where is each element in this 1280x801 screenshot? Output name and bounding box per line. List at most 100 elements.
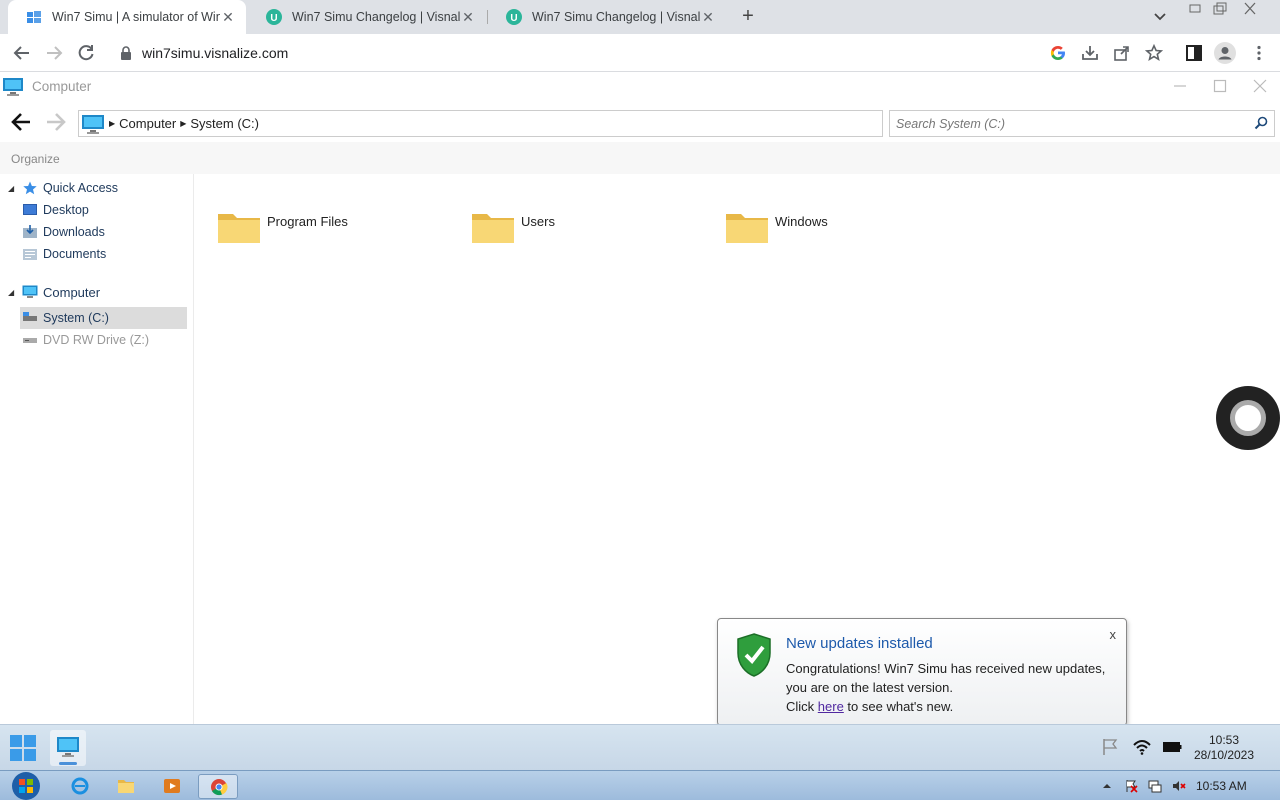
address-bar[interactable]: win7simu.visnalize.com xyxy=(110,39,1170,67)
bookmark-star-icon[interactable] xyxy=(1145,44,1163,62)
tab-search-chevron-icon[interactable] xyxy=(1152,8,1168,24)
reload-icon[interactable] xyxy=(76,43,96,63)
star-icon xyxy=(23,181,37,195)
install-app-icon[interactable] xyxy=(1081,44,1099,62)
taskbar-ie[interactable] xyxy=(60,774,100,799)
sim-taskbar: 10:53 28/10/2023 xyxy=(0,724,1280,770)
expand-triangle-icon[interactable]: ◢ xyxy=(8,288,14,297)
drive-icon xyxy=(23,312,37,321)
close-window-icon[interactable] xyxy=(1241,2,1259,16)
maximize-icon[interactable] xyxy=(1212,78,1228,94)
folder-icon xyxy=(218,214,260,243)
windows-start-icon[interactable] xyxy=(8,733,38,763)
nav-item-computer[interactable]: ◢ Computer xyxy=(0,281,194,303)
computer-icon xyxy=(3,78,23,96)
taskbar-chrome[interactable] xyxy=(198,774,238,799)
minimize-icon[interactable] xyxy=(1172,78,1188,94)
share-icon[interactable] xyxy=(1113,44,1131,62)
host-taskbar: 10:53 AM xyxy=(0,770,1280,800)
nav-item-quick-access[interactable]: ◢ Quick Access xyxy=(0,177,194,199)
notification-close-button[interactable]: x xyxy=(1110,627,1117,642)
back-arrow-icon[interactable] xyxy=(12,43,32,63)
computer-icon xyxy=(57,737,79,757)
battery-icon[interactable] xyxy=(1162,737,1182,757)
internet-explorer-icon xyxy=(71,777,89,795)
action-center-flag-icon[interactable] xyxy=(1100,737,1120,757)
nav-item-system-c[interactable]: System (C:) xyxy=(20,307,187,329)
nav-item-desktop[interactable]: Desktop xyxy=(0,199,194,221)
new-tab-button[interactable]: + xyxy=(738,6,758,26)
breadcrumb-computer[interactable]: Computer xyxy=(119,116,176,131)
profile-avatar-icon[interactable] xyxy=(1214,42,1236,64)
sim-clock[interactable]: 10:53 28/10/2023 xyxy=(1184,733,1264,763)
nav-label: Quick Access xyxy=(43,181,119,195)
folder-icon xyxy=(726,214,768,243)
volume-muted-icon[interactable] xyxy=(1172,779,1186,793)
close-tab-icon[interactable]: ✕ xyxy=(460,9,476,26)
google-icon[interactable] xyxy=(1049,44,1067,62)
folder-windows[interactable]: Windows xyxy=(725,208,925,248)
folder-icon xyxy=(472,214,514,243)
network-icon[interactable] xyxy=(1148,779,1162,793)
tab-title: Win7 Simu Changelog | Visnalize xyxy=(532,10,700,24)
nav-label: Documents xyxy=(43,247,107,261)
tab-changelog-2[interactable]: U Win7 Simu Changelog | Visnalize ✕ xyxy=(488,0,726,34)
nav-item-dvd-drive[interactable]: DVD RW Drive (Z:) xyxy=(0,329,194,351)
chevron-right-icon[interactable]: ▶ xyxy=(180,119,186,128)
breadcrumb-system-c[interactable]: System (C:) xyxy=(190,116,259,131)
host-clock[interactable]: 10:53 AM xyxy=(1196,779,1247,793)
window-title: Computer xyxy=(32,79,92,94)
downloads-icon xyxy=(23,225,37,238)
nav-item-downloads[interactable]: Downloads xyxy=(0,221,194,243)
notification-message: Congratulations! Win7 Simu has received … xyxy=(786,661,1106,695)
expand-triangle-icon[interactable]: ◢ xyxy=(8,184,14,193)
action-center-icon[interactable] xyxy=(1124,779,1138,793)
folder-label: Program Files xyxy=(267,214,348,229)
nav-item-documents[interactable]: Documents xyxy=(0,243,194,265)
forward-arrow-icon[interactable] xyxy=(44,43,64,63)
tab-changelog-1[interactable]: U Win7 Simu Changelog | Visnalize ✕ xyxy=(248,0,486,34)
folder-program-files[interactable]: Program Files xyxy=(217,208,417,248)
lock-icon[interactable] xyxy=(120,46,132,60)
close-tab-icon[interactable]: ✕ xyxy=(220,9,236,26)
sim-time: 10:53 xyxy=(1208,733,1240,747)
organize-menu[interactable]: Organize xyxy=(11,152,60,166)
visnalize-favicon-icon: U xyxy=(506,9,522,25)
more-menu-icon[interactable] xyxy=(1250,44,1268,62)
close-icon[interactable] xyxy=(1252,78,1268,94)
restore-window-icon[interactable] xyxy=(1211,2,1229,16)
explorer-nav-bar: ▶ Computer ▶ System (C:) Search System (… xyxy=(0,102,1280,142)
taskbar-computer-app[interactable] xyxy=(50,730,86,766)
shield-check-icon xyxy=(737,633,771,677)
desktop-icon xyxy=(23,204,37,215)
show-hidden-icons-icon[interactable] xyxy=(1100,779,1114,793)
search-icon[interactable] xyxy=(1254,116,1268,130)
explorer-title-bar: Computer xyxy=(0,72,1280,102)
folder-users[interactable]: Users xyxy=(471,208,671,248)
browser-toolbar: win7simu.visnalize.com xyxy=(0,34,1280,72)
close-tab-icon[interactable]: ✕ xyxy=(700,9,716,26)
chevron-right-icon[interactable]: ▶ xyxy=(109,119,115,128)
forward-arrow-icon[interactable] xyxy=(45,112,67,132)
folder-label: Users xyxy=(521,214,555,229)
search-input[interactable]: Search System (C:) xyxy=(889,110,1275,137)
minimize-window-icon[interactable] xyxy=(1186,2,1204,16)
chrome-icon xyxy=(211,779,228,796)
notification-click-text: Click xyxy=(786,699,818,714)
side-panel-icon[interactable] xyxy=(1185,44,1203,62)
nav-label: Computer xyxy=(43,284,101,300)
whats-new-link[interactable]: here xyxy=(818,699,844,714)
svg-text:U: U xyxy=(510,13,517,24)
navigation-pane: ◢ Quick Access Desktop Downloads Documen… xyxy=(0,174,194,724)
explorer-address-bar[interactable]: ▶ Computer ▶ System (C:) xyxy=(78,110,883,137)
nav-label: DVD RW Drive (Z:) xyxy=(43,333,150,347)
back-arrow-icon[interactable] xyxy=(10,112,32,132)
taskbar-media-player[interactable] xyxy=(152,774,192,799)
start-orb-icon[interactable] xyxy=(8,771,44,801)
floating-assistive-button[interactable] xyxy=(1216,386,1280,450)
computer-icon xyxy=(22,285,38,298)
wifi-icon[interactable] xyxy=(1132,737,1152,757)
taskbar-explorer[interactable] xyxy=(106,774,146,799)
url-text[interactable]: win7simu.visnalize.com xyxy=(142,45,288,61)
tab-win7-simu[interactable]: Win7 Simu | A simulator of Wind ✕ xyxy=(8,0,246,34)
